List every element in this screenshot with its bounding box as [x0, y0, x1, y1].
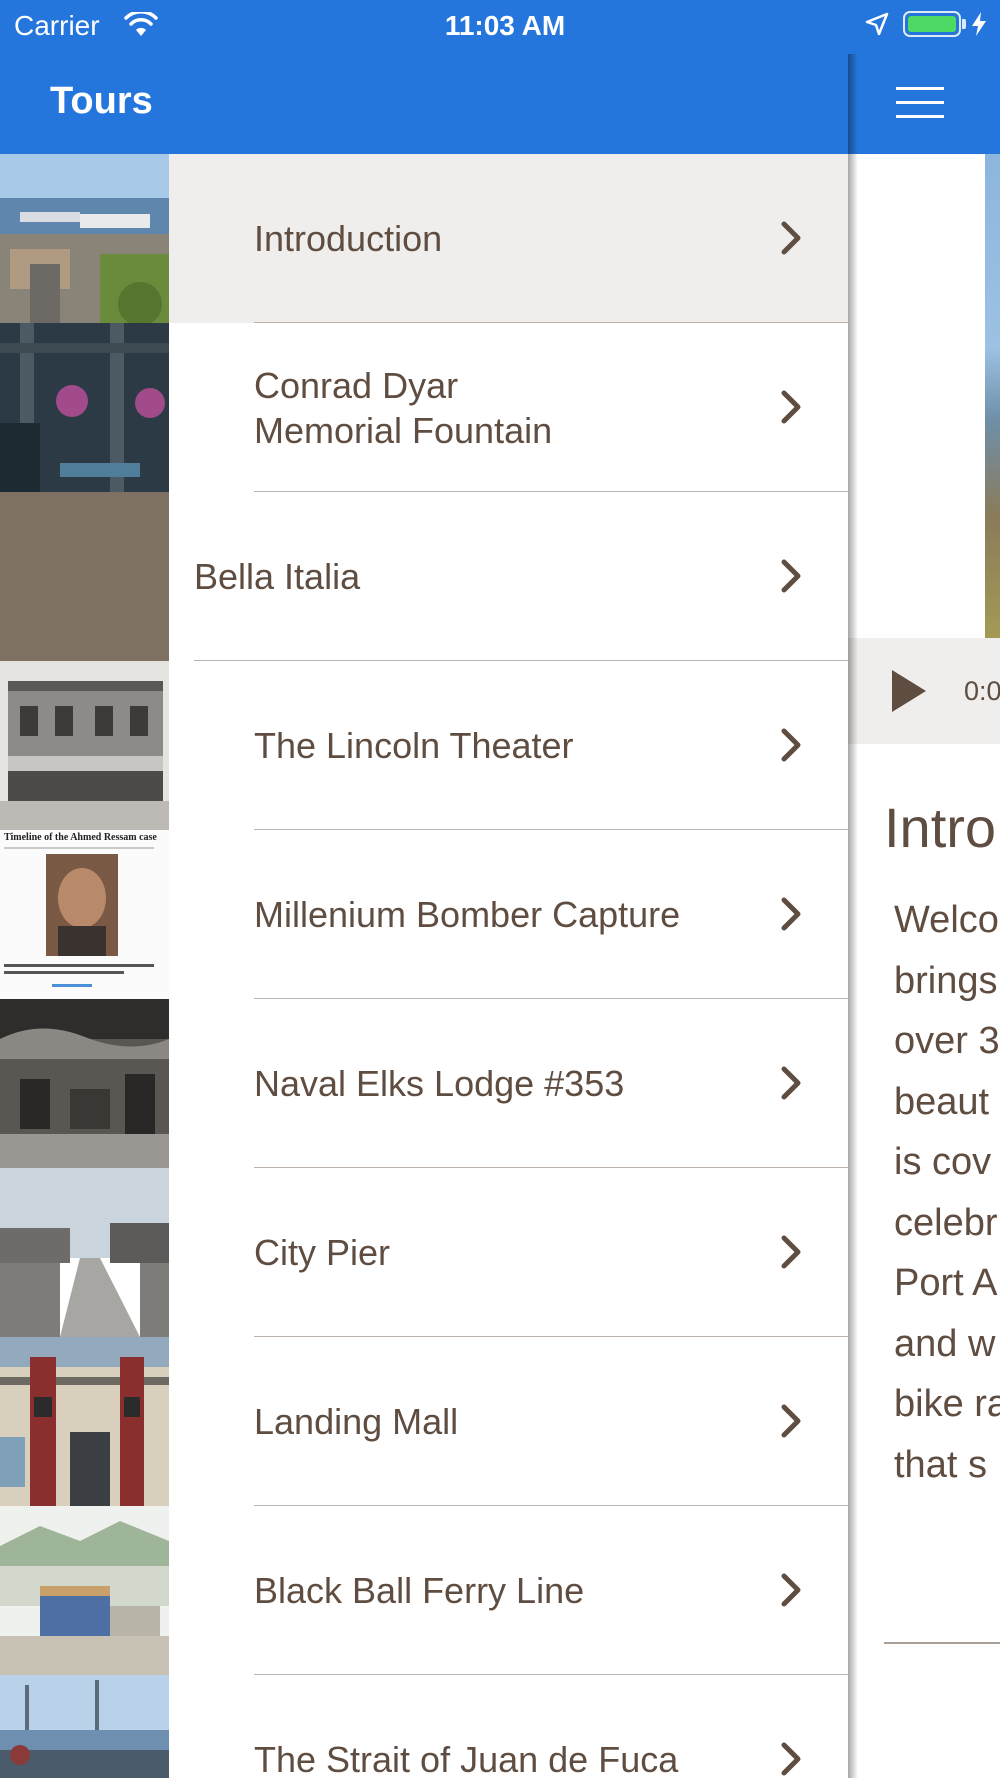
chevron-right-icon — [780, 558, 802, 599]
hamburger-menu-icon[interactable] — [896, 85, 944, 126]
charging-bolt-icon — [970, 11, 988, 42]
tour-row-label: The Lincoln Theater — [254, 725, 574, 766]
tour-row-millenium-bomber-capture[interactable]: Timeline of the Ahmed Ressam case Millen… — [0, 830, 848, 999]
page-title: Tours — [50, 80, 153, 122]
body-line: and w — [894, 1322, 996, 1365]
tours-panel: Tours Introduction Conrad Dyar Memorial … — [0, 0, 848, 1778]
tour-thumbnail — [0, 1168, 169, 1337]
clock: 11:03 AM — [444, 10, 566, 41]
chevron-right-icon — [780, 389, 802, 430]
tour-row-label: Millenium Bomber Capture — [254, 894, 681, 935]
tour-thumbnail-placeholder — [0, 492, 169, 661]
tour-row-label: Black Ball Ferry Line — [254, 1570, 585, 1611]
chevron-right-icon — [780, 1234, 802, 1275]
tour-row-label: Naval Elks Lodge #353 — [254, 1063, 625, 1104]
chevron-right-icon — [780, 727, 802, 768]
body-line: beaut — [894, 1080, 990, 1123]
body-line: Welco — [894, 899, 999, 941]
body-line: over 3 — [894, 1020, 1000, 1062]
tour-thumbnail: Timeline of the Ahmed Ressam case — [0, 830, 169, 999]
tour-thumbnail — [0, 154, 169, 323]
tour-row-black-ball-ferry-line[interactable]: Black Ball Ferry Line — [0, 1506, 848, 1675]
battery-cap — [962, 19, 966, 29]
divider — [884, 1642, 1000, 1644]
tour-thumbnail — [0, 661, 169, 830]
hero-photo — [985, 154, 1000, 638]
body-line: is cov — [894, 1141, 992, 1183]
tour-row-strait-of-juan-de-fuca[interactable]: The Strait of Juan de Fuca — [0, 1675, 848, 1778]
tour-thumbnail — [0, 1675, 169, 1778]
tour-row-naval-elks-lodge[interactable]: Naval Elks Lodge #353 — [0, 999, 848, 1168]
location-arrow-icon — [865, 12, 889, 41]
chevron-right-icon — [780, 220, 802, 261]
audio-player: 0:0 — [848, 638, 1000, 744]
body-line: celebr — [894, 1201, 998, 1244]
body-line: Port A — [894, 1262, 998, 1304]
play-icon[interactable] — [890, 668, 928, 719]
tour-row-label: City Pier — [254, 1232, 391, 1273]
status-bar: Carrier 11:03 AM — [0, 0, 1000, 54]
tour-row-label: Introduction — [254, 218, 443, 259]
body-line: brings — [894, 959, 998, 1002]
tour-row-label: Bella Italia — [194, 556, 361, 597]
chevron-right-icon — [780, 1572, 802, 1613]
tour-thumbnail — [0, 1506, 169, 1675]
tour-thumbnail — [0, 1337, 169, 1506]
tours-list: Introduction Conrad Dyar Memorial Founta… — [0, 154, 848, 1778]
tour-row-landing-mall[interactable]: Landing Mall — [0, 1337, 848, 1506]
chevron-right-icon — [780, 896, 802, 937]
detail-title: Intro — [884, 796, 997, 859]
tour-thumbnail — [0, 323, 169, 492]
tour-row-label: The Strait of Juan de Fuca — [254, 1739, 679, 1778]
detail-body: Welco brings over 3 beaut is cov celebr … — [894, 890, 1000, 1495]
tours-nav-bar: Tours — [0, 54, 848, 154]
detail-nav-bar — [848, 54, 1000, 154]
tour-row-introduction[interactable]: Introduction — [0, 154, 848, 323]
chevron-right-icon — [780, 1065, 802, 1106]
tour-row-bella-italia[interactable]: Bella Italia — [0, 492, 848, 661]
body-line: that s — [894, 1443, 987, 1486]
tour-row-city-pier[interactable]: City Pier — [0, 1168, 848, 1337]
tour-row-conrad-dyar-fountain[interactable]: Conrad Dyar Memorial Fountain — [0, 323, 848, 492]
body-line: bike ra — [894, 1383, 1000, 1425]
audio-time: 0:0 — [964, 676, 1000, 706]
tour-row-label: Landing Mall — [254, 1401, 459, 1442]
tour-row-label: Conrad Dyar Memorial Fountain — [254, 364, 553, 451]
chevron-right-icon — [780, 1741, 802, 1778]
tour-row-lincoln-theater[interactable]: The Lincoln Theater — [0, 661, 848, 830]
panel-shadow — [848, 0, 858, 1778]
battery-icon — [903, 11, 961, 37]
chevron-right-icon — [780, 1403, 802, 1444]
tour-thumbnail — [0, 999, 169, 1168]
hero-image — [848, 154, 1000, 638]
tour-detail-panel: 0:0 Intro Welco brings over 3 beaut is c… — [848, 0, 1000, 1778]
